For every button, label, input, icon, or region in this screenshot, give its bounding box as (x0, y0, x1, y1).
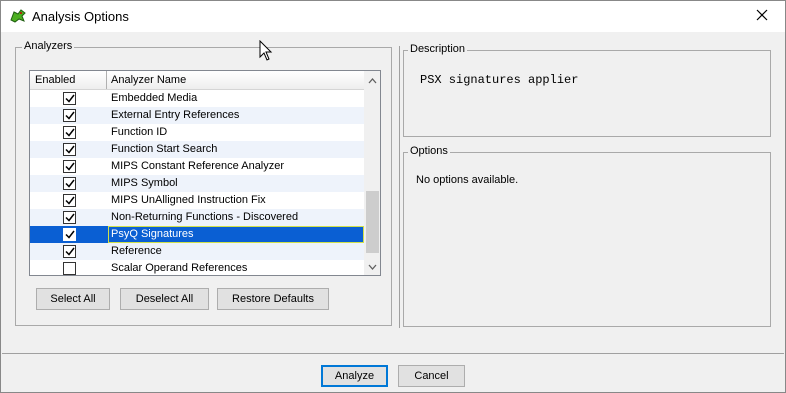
panel-divider[interactable] (399, 46, 400, 328)
column-header-enabled[interactable]: Enabled (30, 71, 107, 89)
enabled-checkbox[interactable] (63, 109, 76, 122)
enabled-checkbox[interactable] (63, 143, 76, 156)
cancel-button[interactable]: Cancel (398, 365, 465, 387)
options-group: Options No options available. (403, 145, 771, 327)
table-scrollbar[interactable] (364, 71, 380, 275)
table-row[interactable]: Reference (30, 243, 364, 260)
table-row[interactable]: Non-Returning Functions - Discovered (30, 209, 364, 226)
enabled-checkbox[interactable] (63, 177, 76, 190)
analyzer-rows: Embedded Media External Entry References F… (30, 90, 364, 275)
analyzer-name: External Entry References (111, 109, 240, 121)
analyzer-name: MIPS Constant Reference Analyzer (111, 160, 285, 172)
analyzer-name: Non-Returning Functions - Discovered (111, 211, 299, 223)
analyzer-name: MIPS UnAlligned Instruction Fix (111, 194, 266, 206)
title-bar[interactable]: Analysis Options (1, 1, 785, 32)
analyzers-group: Analyzers Enabled Analyzer Name Embedded… (15, 40, 392, 326)
description-text: PSX signatures applier (420, 73, 579, 87)
enabled-checkbox[interactable] (63, 211, 76, 224)
table-row[interactable]: MIPS UnAlligned Instruction Fix (30, 192, 364, 209)
table-row[interactable]: Scalar Operand References (30, 260, 364, 275)
description-group: Description PSX signatures applier (403, 43, 771, 137)
enabled-checkbox[interactable] (63, 262, 76, 275)
restore-defaults-button[interactable]: Restore Defaults (217, 288, 329, 310)
cancel-label: Cancel (414, 370, 449, 382)
table-header: Enabled Analyzer Name (30, 71, 364, 90)
table-row[interactable]: MIPS Constant Reference Analyzer (30, 158, 364, 175)
table-row[interactable]: MIPS Symbol (30, 175, 364, 192)
table-row[interactable]: Embedded Media (30, 90, 364, 107)
table-row[interactable]: Function Start Search (30, 141, 364, 158)
analyzer-name: Reference (111, 245, 162, 257)
analyze-button[interactable]: Analyze (321, 365, 388, 387)
scroll-thumb[interactable] (366, 191, 379, 253)
scroll-up-icon[interactable] (367, 75, 378, 86)
column-header-analyzer-name[interactable]: Analyzer Name (108, 71, 364, 89)
analyzer-name: PsyQ Signatures (108, 226, 364, 243)
table-row[interactable]: Function ID (30, 124, 364, 141)
close-button[interactable] (739, 1, 785, 32)
scroll-down-icon[interactable] (367, 261, 378, 272)
close-icon (756, 9, 768, 24)
enabled-checkbox[interactable] (63, 126, 76, 139)
window-title: Analysis Options (32, 9, 129, 24)
enabled-checkbox[interactable] (63, 228, 76, 241)
analyze-label: Analyze (334, 370, 375, 382)
select-all-button[interactable]: Select All (36, 288, 110, 310)
table-row[interactable]: External Entry References (30, 107, 364, 124)
enabled-checkbox[interactable] (63, 160, 76, 173)
enabled-checkbox[interactable] (63, 92, 76, 105)
analyzer-name: Function ID (111, 126, 168, 138)
analyzer-name: Scalar Operand References (111, 262, 248, 274)
analyzer-name: MIPS Symbol (111, 177, 178, 189)
enabled-checkbox[interactable] (63, 194, 76, 207)
dialog-content: Analyzers Enabled Analyzer Name Embedded… (2, 32, 784, 354)
deselect-all-button[interactable]: Deselect All (120, 288, 209, 310)
dragon-app-icon (9, 8, 27, 24)
options-legend: Options (408, 145, 450, 157)
options-text: No options available. (416, 174, 519, 186)
mouse-cursor-icon (259, 39, 273, 62)
analyzers-table: Enabled Analyzer Name Embedded Media Exte… (29, 70, 381, 276)
enabled-checkbox[interactable] (63, 245, 76, 258)
analyzer-name: Embedded Media (111, 92, 198, 104)
table-row[interactable]: PsyQ Signatures (30, 226, 364, 243)
description-legend: Description (408, 43, 468, 55)
analysis-options-dialog: Analysis Options Analyzers Enabled Analy… (0, 0, 786, 393)
analyzers-legend: Analyzers (22, 40, 75, 52)
analyzer-name: Function Start Search (111, 143, 218, 155)
